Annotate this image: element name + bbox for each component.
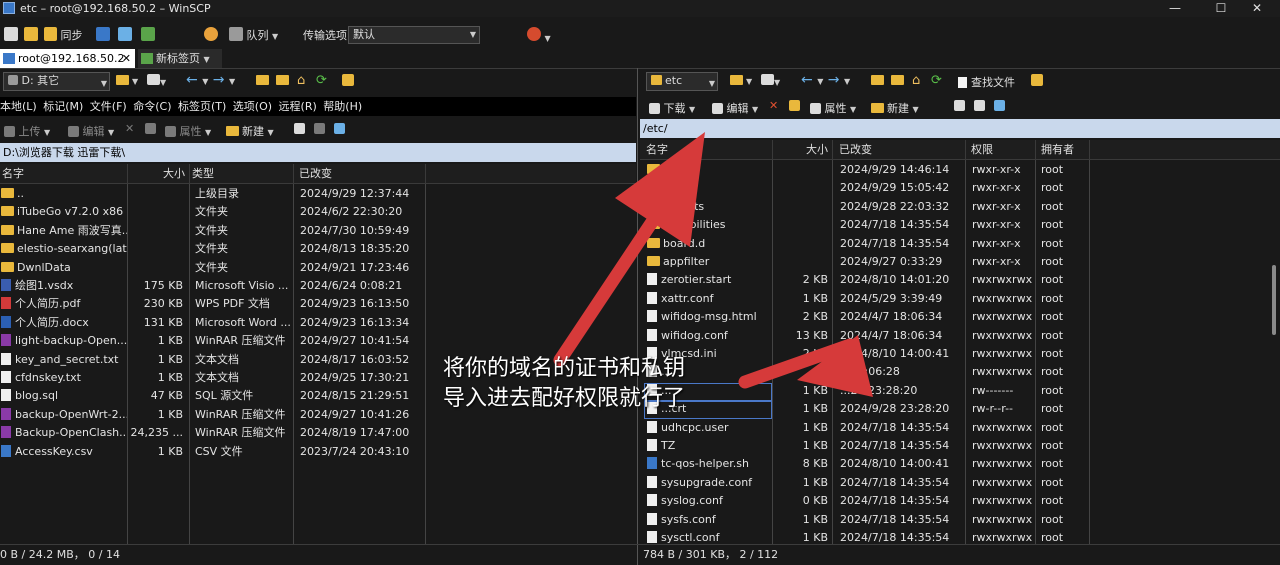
annotation-line-2: 导入进去配好权限就行了 xyxy=(443,386,686,411)
arrow-head-up xyxy=(615,132,705,247)
arrow-to-folders xyxy=(553,203,667,367)
annotation-arrows xyxy=(553,132,873,397)
annotation-line-1: 将你的域名的证书和私钥 xyxy=(443,356,686,381)
